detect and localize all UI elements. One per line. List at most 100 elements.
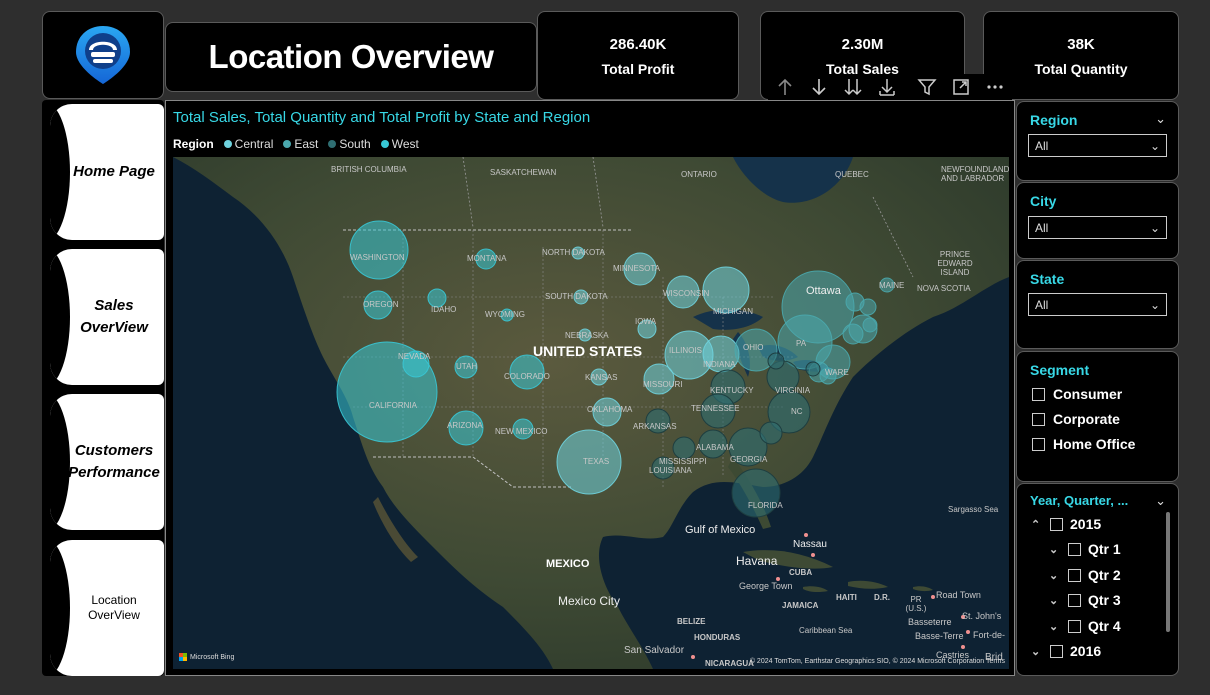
map-label: OHIO bbox=[743, 343, 764, 352]
map-label: NEW MEXICO bbox=[495, 427, 548, 436]
tree-item-2016[interactable]: ⌄ 2016 bbox=[1031, 643, 1101, 659]
bubble-mississippi bbox=[672, 436, 696, 460]
arrow-up-icon[interactable] bbox=[772, 75, 798, 99]
bubble-dc bbox=[805, 361, 821, 377]
tree-item-2015[interactable]: ⌃ 2015 bbox=[1031, 516, 1101, 532]
checkbox[interactable] bbox=[1032, 387, 1045, 401]
legend-item-central[interactable]: Central bbox=[223, 137, 273, 151]
map-label: PA bbox=[796, 339, 807, 348]
nav-sales-overview-button[interactable]: Sales OverView bbox=[50, 249, 164, 385]
map-label: KENTUCKY bbox=[710, 386, 754, 395]
legend-item-east[interactable]: East bbox=[283, 137, 318, 151]
checkbox[interactable] bbox=[1068, 542, 1081, 556]
map-label: WISCONSIN bbox=[663, 289, 710, 298]
nav-label: Sales OverView bbox=[80, 297, 148, 336]
checkbox[interactable] bbox=[1050, 644, 1063, 658]
checkbox[interactable] bbox=[1068, 593, 1081, 607]
map-label: Nassau bbox=[793, 539, 827, 550]
checkbox[interactable] bbox=[1068, 568, 1081, 582]
map-label: TEXAS bbox=[583, 457, 610, 466]
checkbox[interactable] bbox=[1032, 412, 1045, 426]
bing-attribution: Microsoft Bing bbox=[179, 653, 234, 661]
map-visual[interactable]: Total Sales, Total Quantity and Total Pr… bbox=[165, 100, 1015, 676]
map-label: SASKATCHEWAN bbox=[490, 168, 557, 177]
map-label: PRINCE EDWARD ISLAND bbox=[937, 250, 973, 277]
chevron-down-icon[interactable]: ⌄ bbox=[1155, 493, 1166, 509]
chevron-down-icon: ⌄ bbox=[1149, 138, 1160, 153]
segment-option-home-office[interactable]: Home Office bbox=[1032, 436, 1135, 452]
map-label: WYOMING bbox=[485, 310, 525, 319]
chevron-down-icon[interactable]: ⌄ bbox=[1049, 594, 1061, 607]
legend-item-south[interactable]: South bbox=[328, 137, 371, 151]
legend-item-west[interactable]: West bbox=[380, 137, 419, 151]
nav-label: Home Page bbox=[73, 163, 155, 180]
map-label: COLORADO bbox=[504, 372, 550, 381]
segment-option-consumer[interactable]: Consumer bbox=[1032, 386, 1122, 402]
checkbox[interactable] bbox=[1032, 437, 1045, 451]
filter-icon[interactable] bbox=[914, 75, 940, 99]
map-label: ARKANSAS bbox=[633, 422, 677, 431]
map-label: BELIZE bbox=[677, 617, 706, 626]
map-title: Total Sales, Total Quantity and Total Pr… bbox=[173, 109, 591, 126]
chevron-up-icon[interactable]: ⌃ bbox=[1031, 518, 1043, 531]
map-label: NOVA SCOTIA bbox=[917, 284, 971, 293]
tree-item-qtr4[interactable]: ⌄ Qtr 4 bbox=[1049, 618, 1121, 634]
map-label: QUEBEC bbox=[835, 170, 869, 179]
tree-item-qtr1[interactable]: ⌄ Qtr 1 bbox=[1049, 541, 1121, 557]
nav-home-page-button[interactable]: Home Page bbox=[50, 104, 164, 240]
city-dropdown[interactable]: All ⌄ bbox=[1028, 216, 1167, 239]
map-label: Fort-de- bbox=[973, 630, 1006, 640]
map-label: KANSAS bbox=[585, 373, 618, 382]
nav-customers-performance-button[interactable]: Customers Performance bbox=[50, 394, 164, 530]
map-label: OREGON bbox=[363, 300, 399, 309]
region-slicer: Region ⌄ All ⌄ bbox=[1016, 101, 1179, 181]
map-label: MAINE bbox=[879, 281, 905, 290]
map-label: SOUTH DAKOTA bbox=[545, 292, 608, 301]
map-label: VIRGINIA bbox=[775, 386, 811, 395]
chevron-down-icon[interactable]: ⌄ bbox=[1031, 645, 1043, 658]
map-copyright[interactable]: © 2024 TomTom, Earthstar Geographics SIO… bbox=[750, 658, 1005, 665]
slicer-title: State bbox=[1030, 271, 1065, 287]
map-canvas[interactable]: BRITISH COLUMBIA SASKATCHEWAN ONTARIO QU… bbox=[173, 157, 1009, 669]
chevron-down-icon[interactable]: ⌄ bbox=[1049, 620, 1061, 633]
map-label: ILLINOIS bbox=[669, 346, 702, 355]
kpi-total-quantity[interactable]: 38K Total Quantity bbox=[983, 11, 1179, 100]
bubble-south-carolina bbox=[759, 421, 783, 445]
kpi-label: Total Profit bbox=[601, 61, 675, 77]
double-arrow-down-icon[interactable] bbox=[840, 75, 866, 99]
chevron-down-icon: ⌄ bbox=[1149, 297, 1160, 312]
map-label: Road Town bbox=[936, 590, 981, 600]
kpi-label: Total Quantity bbox=[1034, 61, 1128, 77]
kpi-total-profit[interactable]: 286.40K Total Profit bbox=[537, 11, 739, 100]
segment-option-corporate[interactable]: Corporate bbox=[1032, 411, 1120, 427]
focus-mode-icon[interactable] bbox=[948, 75, 974, 99]
region-dropdown[interactable]: All ⌄ bbox=[1028, 134, 1167, 157]
map-label: NEWFOUNDLAND AND LABRADOR bbox=[941, 165, 1009, 183]
chevron-down-icon[interactable]: ⌄ bbox=[1049, 569, 1061, 582]
state-dropdown[interactable]: All ⌄ bbox=[1028, 293, 1167, 316]
tree-item-qtr2[interactable]: ⌄ Qtr 2 bbox=[1049, 567, 1121, 583]
map-label: OKLAHOMA bbox=[587, 405, 633, 414]
checkbox[interactable] bbox=[1068, 619, 1081, 633]
map-label: WARE bbox=[825, 368, 849, 377]
chevron-down-icon: ⌄ bbox=[1149, 220, 1160, 235]
map-label: NICARAGUA bbox=[705, 659, 754, 668]
checkbox[interactable] bbox=[1050, 517, 1063, 531]
chevron-down-icon[interactable]: ⌄ bbox=[1155, 111, 1166, 127]
microsoft-logo-icon bbox=[179, 653, 187, 661]
map-label: CUBA bbox=[789, 568, 813, 577]
scrollbar[interactable] bbox=[1166, 512, 1170, 632]
map-label: Mexico City bbox=[558, 594, 621, 608]
arrow-down-icon[interactable] bbox=[806, 75, 832, 99]
map-label: IOWA bbox=[635, 317, 657, 326]
expand-down-icon[interactable] bbox=[874, 75, 900, 99]
map-label: MICHIGAN bbox=[713, 307, 753, 316]
map-label: FLORIDA bbox=[748, 501, 783, 510]
kpi-value: 2.30M bbox=[841, 36, 884, 53]
segment-slicer: Segment Consumer Corporate Home Office bbox=[1016, 351, 1179, 482]
chevron-down-icon[interactable]: ⌄ bbox=[1049, 543, 1061, 556]
more-options-icon[interactable] bbox=[982, 75, 1008, 99]
nav-location-overview-button[interactable]: Location OverView bbox=[50, 540, 164, 676]
map-label: NORTH DAKOTA bbox=[542, 248, 605, 257]
tree-item-qtr3[interactable]: ⌄ Qtr 3 bbox=[1049, 592, 1121, 608]
